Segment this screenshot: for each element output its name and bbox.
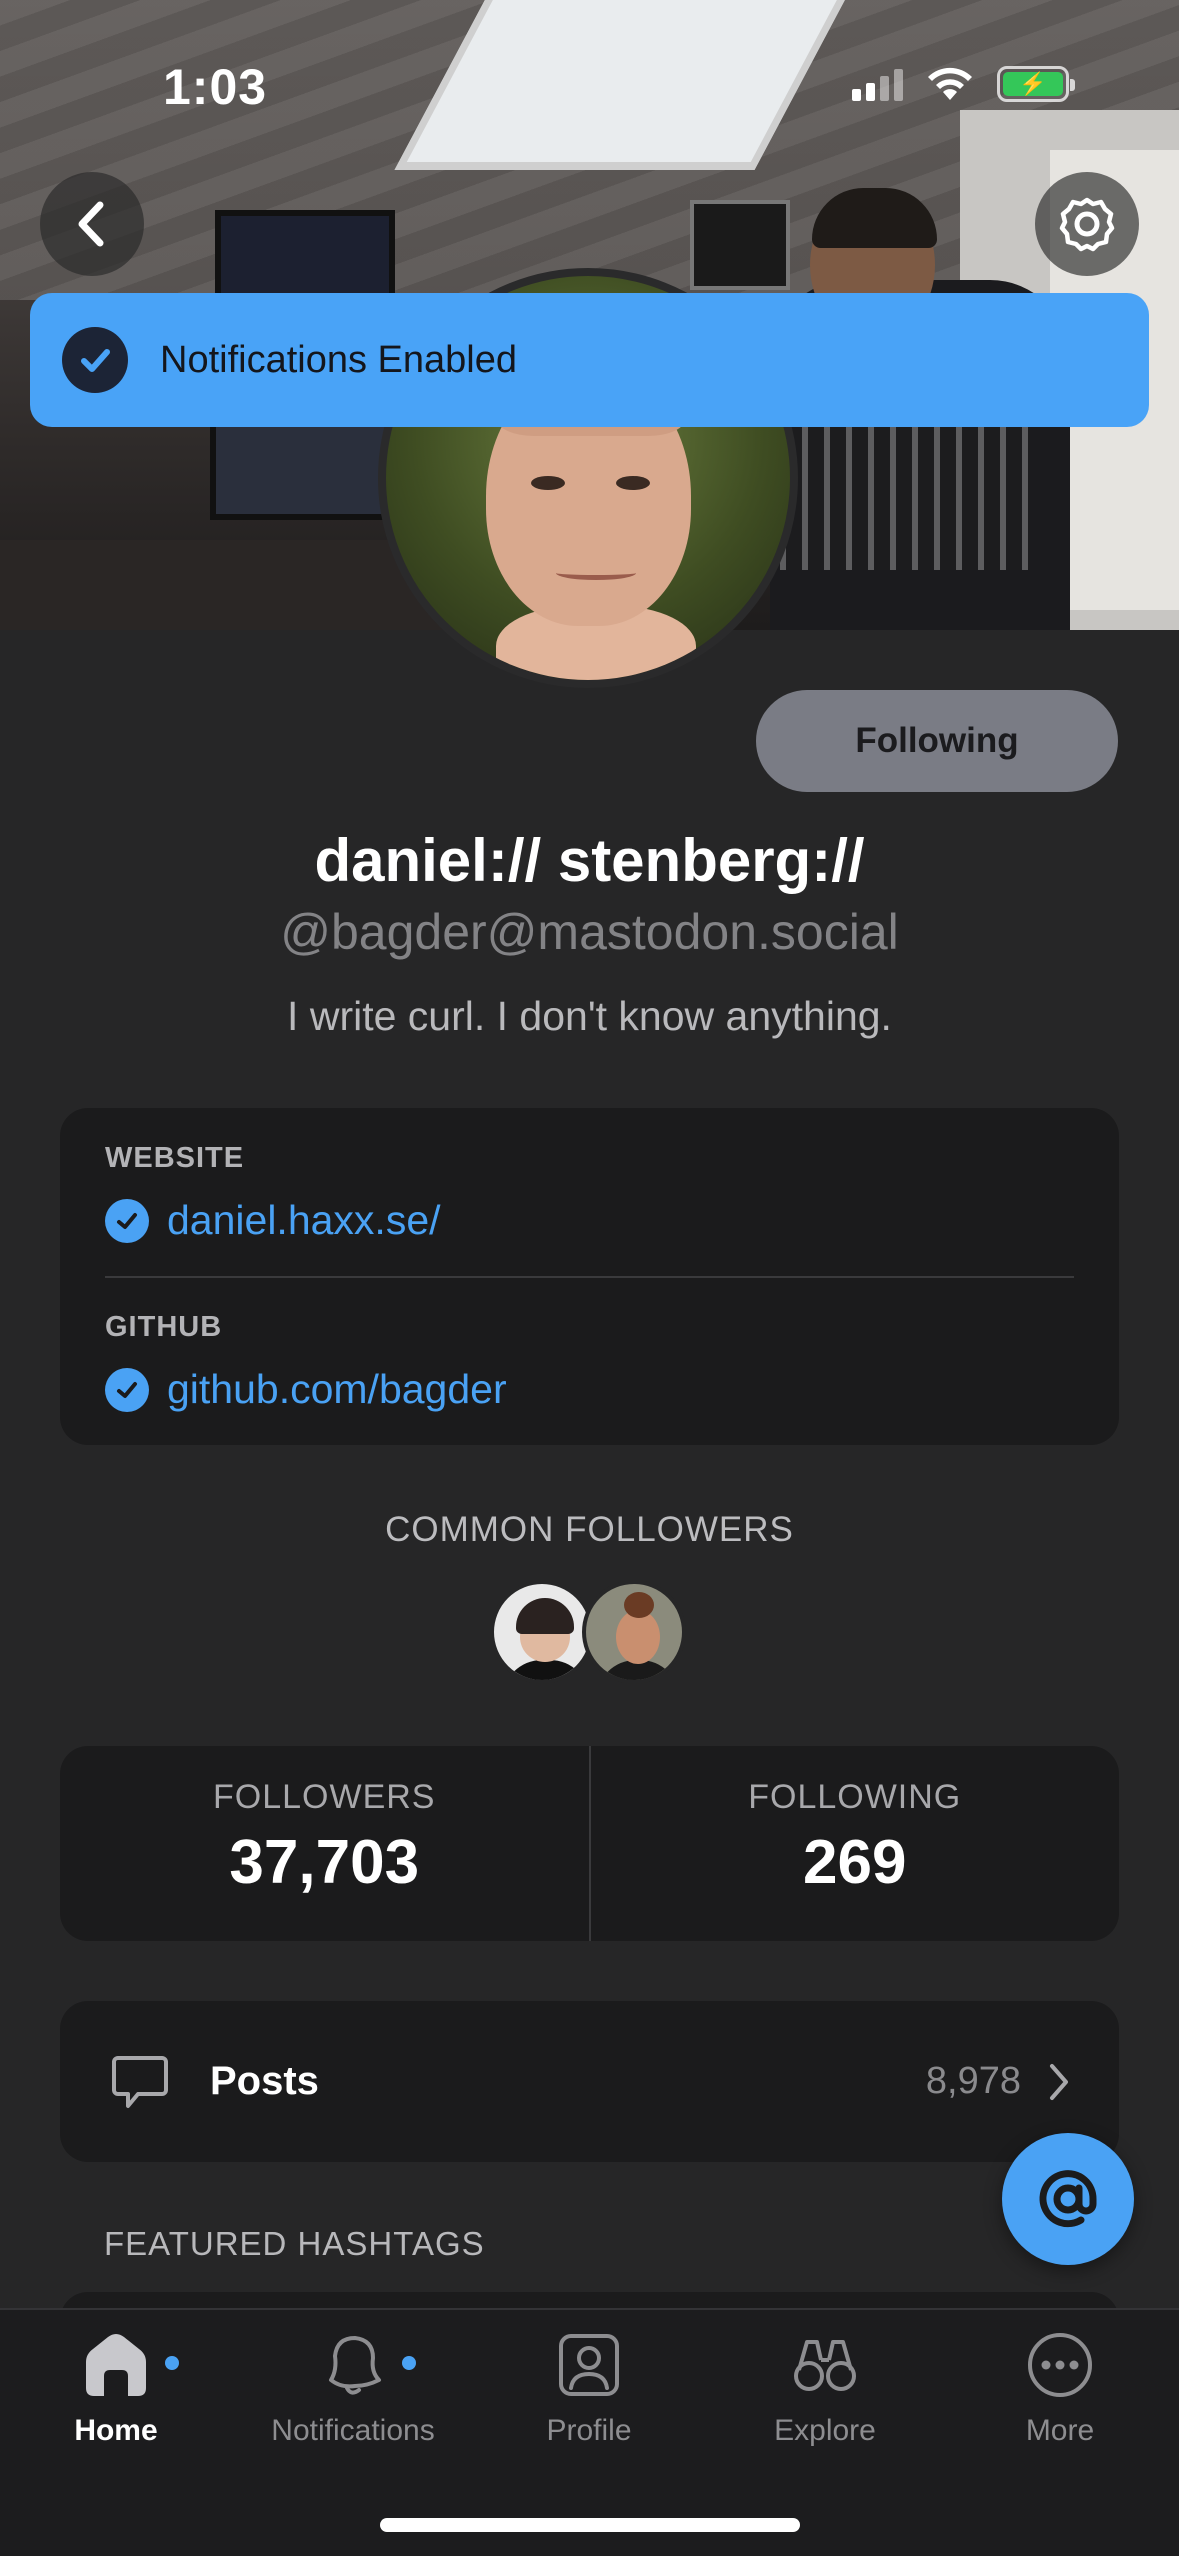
home-icon (86, 2334, 146, 2396)
following-label: FOLLOWING (748, 1778, 962, 1816)
website-link[interactable]: daniel.haxx.se/ (167, 1197, 441, 1244)
stats-card: FOLLOWERS 37,703 FOLLOWING 269 (60, 1746, 1119, 1941)
common-followers-avatars[interactable] (490, 1580, 686, 1684)
field-label: GITHUB (105, 1311, 223, 1343)
notification-toast[interactable]: Notifications Enabled (30, 293, 1149, 427)
common-follower-avatar[interactable] (490, 1580, 594, 1684)
profile-icon (559, 2334, 619, 2396)
binoculars-icon (794, 2340, 856, 2391)
posts-label: Posts (210, 2059, 319, 2103)
tab-explore[interactable]: Explore (715, 2330, 935, 2448)
field-website: WEBSITE daniel.haxx.se/ (105, 1142, 441, 1244)
chevron-left-icon (78, 201, 104, 247)
profile-screen: 1:03 ⚡ Notifications Enabled Following d… (0, 0, 1179, 2556)
display-name: daniel:// stenberg:// (314, 827, 865, 894)
following-button[interactable]: Following (756, 690, 1118, 792)
tab-more[interactable]: More (950, 2330, 1170, 2448)
profile-bio: I write curl. I don't know anything. (287, 993, 892, 1039)
field-github: GITHUB github.com/bagder (105, 1311, 507, 1413)
settings-button[interactable] (1035, 172, 1139, 276)
gear-icon (1059, 197, 1115, 252)
common-follower-avatar[interactable] (582, 1580, 686, 1684)
home-indicator[interactable] (380, 2518, 800, 2532)
status-time: 1:03 (163, 59, 268, 115)
following-count: 269 (803, 1828, 907, 1897)
common-followers-label: COMMON FOLLOWERS (385, 1510, 794, 1549)
tab-notifications[interactable]: Notifications (243, 2330, 463, 2448)
chevron-right-icon (1050, 2063, 1068, 2100)
followers-stat[interactable]: FOLLOWERS 37,703 (60, 1746, 589, 1941)
verified-check-icon (105, 1367, 149, 1412)
github-link[interactable]: github.com/bagder (167, 1366, 507, 1413)
tab-label: Home (74, 2414, 158, 2447)
at-sign-icon (1039, 2170, 1097, 2228)
compose-mention-button[interactable] (1002, 2133, 1134, 2265)
featured-hashtags-label: FEATURED HASHTAGS (104, 2225, 485, 2262)
tab-home[interactable]: Home (6, 2330, 226, 2448)
status-icons: ⚡ (852, 66, 1075, 102)
posts-row[interactable]: Posts 8,978 (60, 2001, 1119, 2162)
tab-label: More (1025, 2414, 1095, 2447)
wifi-icon (928, 67, 972, 100)
battery-icon: ⚡ (997, 66, 1075, 102)
followers-label: FOLLOWERS (213, 1778, 436, 1816)
tab-label: Explore (774, 2414, 876, 2447)
cellular-signal-icon (852, 67, 903, 101)
posts-count: 8,978 (925, 2060, 1021, 2102)
checkmark-icon (62, 327, 128, 393)
unread-dot (165, 2356, 179, 2370)
verified-check-icon (105, 1198, 149, 1243)
back-button[interactable] (40, 172, 144, 276)
unread-dot (402, 2356, 416, 2370)
tab-label: Profile (546, 2414, 632, 2447)
tab-label: Notifications (271, 2414, 435, 2447)
divider (105, 1276, 1074, 1278)
following-stat[interactable]: FOLLOWING 269 (588, 1746, 1120, 1941)
tab-profile[interactable]: Profile (479, 2330, 699, 2448)
more-icon (1028, 2333, 1092, 2397)
followers-count: 37,703 (229, 1828, 420, 1897)
profile-fields-card: WEBSITE daniel.haxx.se/ GITHUB github.co… (60, 1108, 1119, 1445)
speech-bubble-icon (112, 2055, 168, 2108)
bell-icon (329, 2336, 381, 2395)
account-handle: @bagder@mastodon.social (280, 904, 899, 960)
toast-text: Notifications Enabled (160, 338, 517, 381)
field-label: WEBSITE (105, 1142, 245, 1174)
